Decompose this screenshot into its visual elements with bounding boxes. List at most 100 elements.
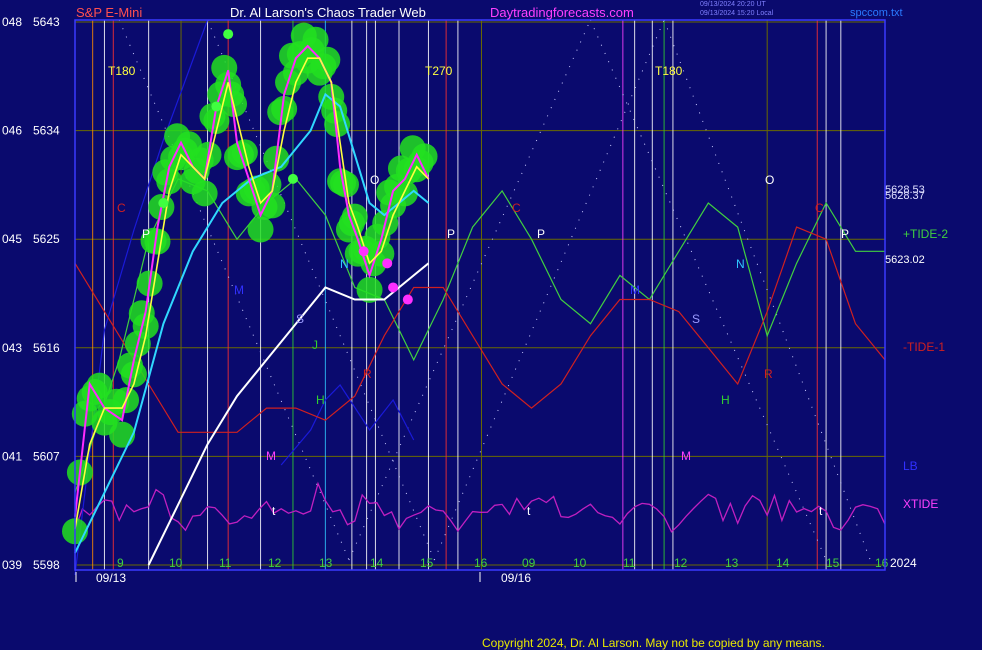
annotation-label: T180 [108,64,136,78]
copyright-notice: Copyright 2024, Dr. Al Larson. May not b… [482,636,825,650]
x-hour-tick: 11 [219,556,232,570]
legend-label: LB [903,459,918,473]
y-tick-code: 041 [2,449,22,463]
y-tick-code: 043 [2,341,22,355]
high-marker [211,101,222,112]
legend-label: -TIDE-1 [903,340,945,354]
y-tick-price: 5598 [33,558,60,572]
annotation-label: C [815,201,824,215]
chart-canvas: T180 T270 T180CPMSJHMtNORCP PtMSHMNORCPt 03… [2,15,948,585]
x-hour-tick: 9 [117,556,124,570]
halo-blob [109,421,136,448]
pivot-marker [402,294,413,305]
annotation-label: M [630,283,640,297]
halo-blob [341,203,368,230]
annotation-label: P [841,227,849,241]
x-hour-tick: 14 [370,556,384,570]
annotation-label: P [142,227,150,241]
annotation-label: J [312,338,318,352]
annotation-label: S [296,312,304,326]
halo-blob [259,192,286,219]
annotation-label: O [765,173,774,187]
annotation-label: O [370,173,379,187]
annotation-label: H [721,393,730,407]
annotation-label: S [692,312,700,326]
pivot-marker [382,258,393,269]
halo-blob [314,46,341,73]
x-hour-tick: 12 [268,556,282,570]
tide-lines [74,178,886,493]
y-tick-code: 045 [2,232,22,246]
x-hour-tick: 13 [725,556,739,570]
price-readout: 5628.37 [885,190,925,202]
grid [75,20,885,570]
annotation-label: P [537,227,545,241]
y-tick-price: 5616 [33,341,60,355]
x-date-label: 09/16 [501,571,531,585]
legend-label: XTIDE [903,497,938,511]
annotation-label: C [117,201,126,215]
annotation-label: t [272,504,276,518]
annotation-label: t [819,504,823,518]
x-hour-tick: 16 [875,556,889,570]
x-hour-tick: 13 [319,556,333,570]
annotation-label: T270 [425,64,453,78]
x-hour-tick: 09 [522,556,536,570]
high-marker [158,198,169,208]
pivot-marker [388,282,399,293]
timestamp-local: 09/13/2024 15:20 Local [700,10,774,17]
timestamp-ut: 09/13/2024 20:20 UT [700,1,766,8]
y-tick-price: 5625 [33,232,60,246]
high-marker [223,29,234,40]
x-year-label: 2024 [890,556,917,570]
annotation-label: M [266,449,276,463]
y-tick-code: 039 [2,558,22,572]
annotation-label: N [736,257,745,271]
tide-minus-line [74,226,886,433]
annotation-label: T180 [655,64,683,78]
y-tick-code: 046 [2,124,22,138]
x-hour-tick: 15 [420,556,434,570]
x-hour-tick: 14 [776,556,790,570]
price-readout: 5623.02 [885,254,925,266]
annotation-label: M [681,449,691,463]
lower-indicators [74,19,886,576]
y-tick-price: 5643 [33,15,60,29]
y-tick-code: 048 [2,15,22,29]
legend-label: +TIDE-2 [903,227,948,241]
annotation-label: C [512,201,521,215]
y-tick-price: 5634 [33,124,60,138]
x-hour-tick: 10 [169,556,183,570]
annotation-label: P [447,227,455,241]
x-hour-tick: 15 [826,556,840,570]
y-tick-price: 5607 [33,449,60,463]
timing-diagonal [589,19,827,561]
site-title: Dr. Al Larson's Chaos Trader Web [230,5,426,20]
high-marker [287,173,298,184]
x-date-label: 09/13 [96,571,126,585]
annotation-label: t [527,504,531,518]
plot-frame [74,19,886,571]
x-hour-tick: 16 [474,556,488,570]
annotation-label: R [764,367,773,381]
halo-blob [391,180,418,207]
halo-blob [191,180,218,207]
x-hour-tick: 11 [623,556,636,570]
timing-diagonal [348,19,591,561]
lb-line-mid [280,384,415,466]
annotation-label: M [234,283,244,297]
tide-plus-line [74,178,885,493]
symbol-title: S&P E-Mini [76,5,143,20]
xtide-line [74,481,886,533]
halo-blob [247,216,274,243]
site-url[interactable]: Daytradingforecasts.com [490,5,634,20]
axes: 039 5598 041 5607 043 5616 045 5625 046 5634 048 56… [2,15,948,585]
annotation-label: H [316,393,325,407]
annotation-label: N [340,257,349,271]
x-hour-tick: 10 [573,556,587,570]
x-hour-tick: 12 [674,556,688,570]
pivot-marker [358,246,369,257]
annotation-label: R [363,367,372,381]
file-name: spccom.txt [850,7,903,19]
lb-line-left [74,19,209,576]
